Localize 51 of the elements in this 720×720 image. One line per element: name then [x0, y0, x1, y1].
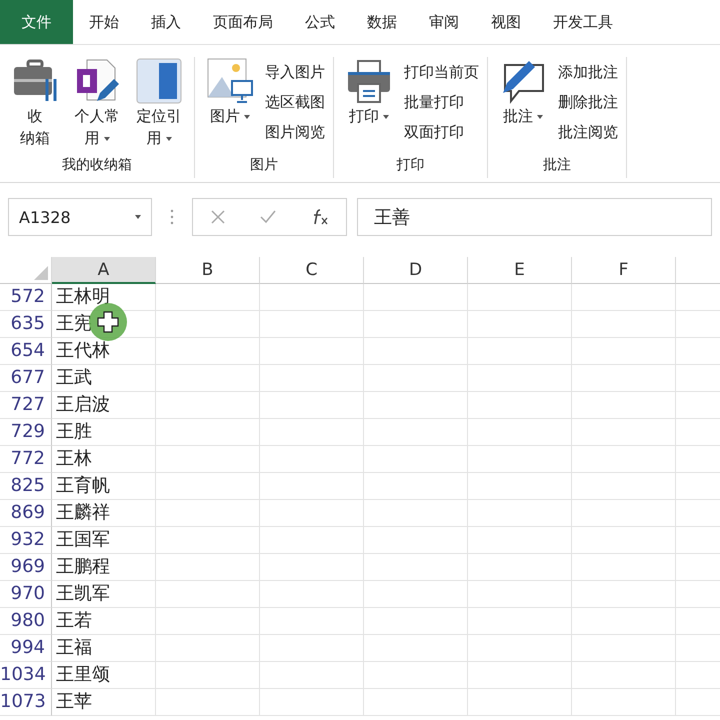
- ribbon-small-button[interactable]: 双面打印: [404, 123, 479, 142]
- caret-icon: [383, 114, 389, 119]
- menu-tab[interactable]: 开发工具: [537, 0, 629, 44]
- ribbon-small-button[interactable]: 选区截图: [265, 92, 325, 112]
- ribbon-small-button[interactable]: 添加批注: [558, 62, 618, 82]
- ribbon-button[interactable]: 打印: [349, 105, 389, 127]
- menu-tab[interactable]: 公式: [289, 0, 351, 44]
- formula-field[interactable]: 王善: [357, 198, 712, 236]
- picture-monitor-icon: [206, 57, 254, 105]
- caret-icon: [166, 136, 172, 141]
- column-header[interactable]: B: [156, 257, 260, 284]
- menu-tab[interactable]: 开始: [73, 0, 135, 44]
- ribbon-button[interactable]: 收 纳箱: [20, 105, 50, 149]
- menu-tab[interactable]: 数据: [351, 0, 413, 44]
- menu-tab[interactable]: 视图: [475, 0, 537, 44]
- column-header[interactable]: A: [52, 257, 156, 284]
- ribbon-button[interactable]: 定位引 用: [136, 105, 182, 149]
- ribbon-button[interactable]: 图片: [210, 105, 250, 127]
- ribbon-button[interactable]: 批注: [503, 105, 543, 127]
- menu-tab[interactable]: 插入: [135, 0, 197, 44]
- panel-icon: [135, 57, 183, 105]
- caret-icon: [244, 114, 250, 119]
- ribbon-small-button[interactable]: 打印当前页: [404, 62, 479, 82]
- caret-icon: [135, 215, 141, 219]
- ribbon-small-button[interactable]: 导入图片: [265, 62, 325, 82]
- column-header[interactable]: E: [468, 257, 572, 284]
- column-header[interactable]: F: [572, 257, 676, 284]
- ribbon-small-button[interactable]: 删除批注: [558, 92, 618, 112]
- ribbon-small-button[interactable]: 批量打印: [404, 92, 479, 112]
- group-label: 批注: [542, 156, 572, 175]
- ribbon-small-button[interactable]: 图片阅览: [265, 123, 325, 142]
- column-header[interactable]: D: [364, 257, 468, 284]
- group-label: 打印: [396, 156, 426, 175]
- caret-icon: [537, 114, 543, 119]
- group-label: 图片: [249, 156, 279, 175]
- select-all-icon[interactable]: [34, 266, 48, 280]
- group-label: 我的收纳箱: [61, 156, 133, 175]
- row-number[interactable]: 1034: [0, 662, 52, 689]
- row-number[interactable]: 1073: [0, 689, 52, 716]
- close-icon[interactable]: [210, 210, 224, 224]
- column-header[interactable]: C: [260, 257, 364, 284]
- name-box[interactable]: A1328: [8, 198, 152, 236]
- printer-icon: [345, 57, 393, 105]
- menu-tab[interactable]: 文件: [0, 0, 73, 44]
- check-icon[interactable]: [260, 210, 276, 224]
- grip-icon: [170, 209, 174, 225]
- menu-tab[interactable]: 审阅: [413, 0, 475, 44]
- ribbon-button[interactable]: 个人常 用: [74, 105, 120, 149]
- ribbon-small-button[interactable]: 批注阅览: [558, 123, 618, 142]
- menu-tab[interactable]: 页面布局: [197, 0, 289, 44]
- caret-icon: [104, 136, 110, 141]
